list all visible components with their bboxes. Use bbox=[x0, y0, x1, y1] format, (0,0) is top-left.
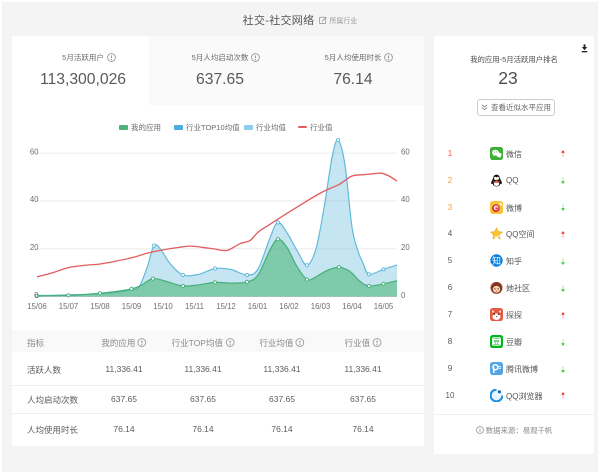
svg-text:15/10: 15/10 bbox=[153, 302, 173, 311]
svg-text:16/02: 16/02 bbox=[279, 302, 299, 311]
svg-text:15/08: 15/08 bbox=[90, 302, 110, 311]
svg-text:60: 60 bbox=[30, 147, 39, 156]
svg-text:15/09: 15/09 bbox=[122, 302, 142, 311]
svg-text:16/01: 16/01 bbox=[248, 302, 268, 311]
svg-text:20: 20 bbox=[30, 243, 39, 252]
svg-text:0: 0 bbox=[401, 291, 406, 300]
svg-text:15/12: 15/12 bbox=[216, 302, 236, 311]
svg-text:15/06: 15/06 bbox=[27, 302, 47, 311]
svg-text:15/11: 15/11 bbox=[185, 302, 204, 311]
svg-text:60: 60 bbox=[401, 147, 410, 156]
svg-text:20: 20 bbox=[401, 243, 410, 252]
svg-text:40: 40 bbox=[30, 195, 39, 204]
svg-text:40: 40 bbox=[401, 195, 410, 204]
svg-text:豆: 豆 bbox=[493, 338, 500, 346]
svg-text:0: 0 bbox=[34, 291, 39, 300]
svg-text:16/03: 16/03 bbox=[311, 302, 331, 311]
svg-text:16/05: 16/05 bbox=[374, 302, 394, 311]
svg-text:15/07: 15/07 bbox=[59, 302, 79, 311]
svg-text:知: 知 bbox=[491, 255, 500, 266]
svg-text:16/04: 16/04 bbox=[342, 302, 362, 311]
